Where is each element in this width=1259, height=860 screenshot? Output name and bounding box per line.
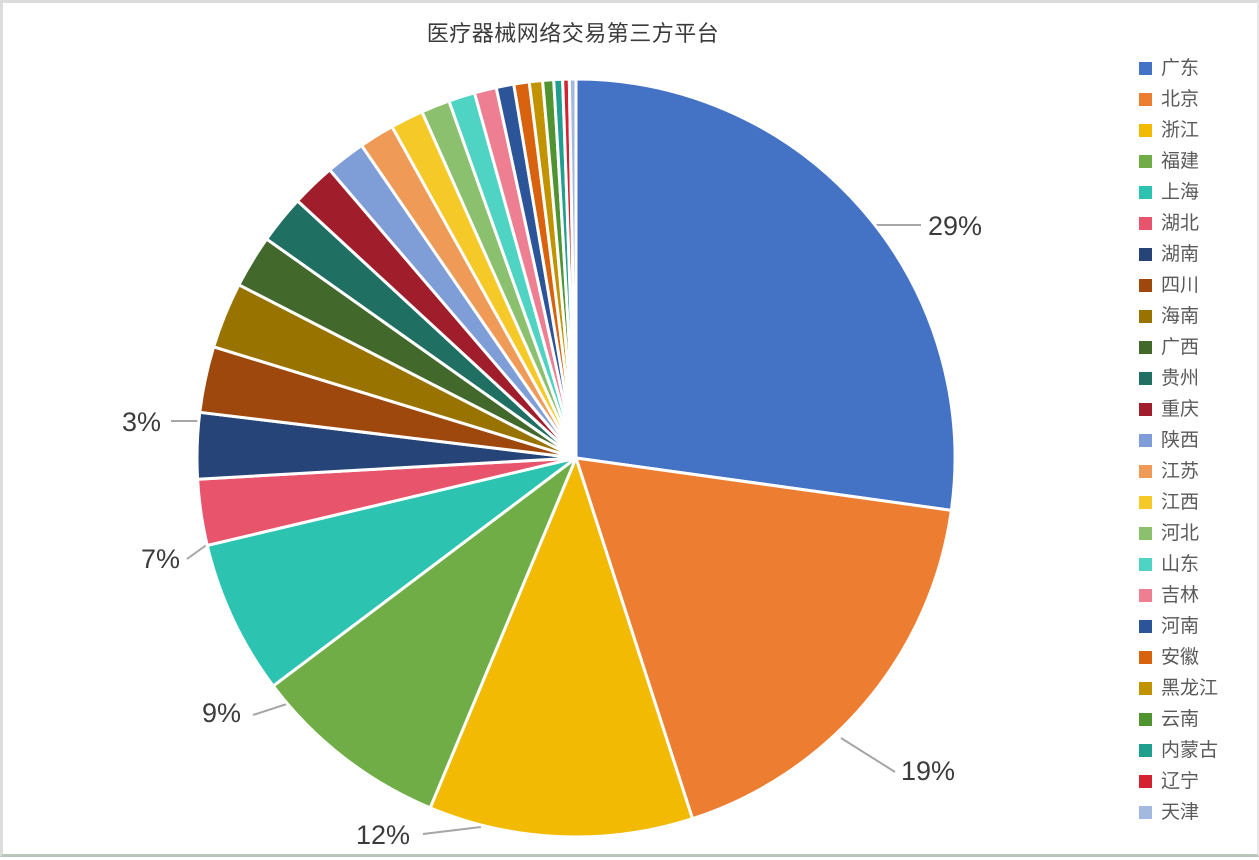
pie-data-label[interactable]: 7%	[141, 544, 180, 575]
legend-item-label: 湖南	[1161, 243, 1200, 265]
legend-color-swatch	[1139, 186, 1152, 199]
legend-item-label: 重庆	[1161, 398, 1200, 420]
legend-color-swatch	[1139, 651, 1152, 664]
legend-color-swatch	[1139, 372, 1152, 385]
legend-item-label: 广西	[1161, 336, 1200, 358]
legend-item[interactable]: 浙江	[1139, 115, 1251, 146]
legend-color-swatch	[1139, 527, 1152, 540]
legend-color-swatch	[1139, 155, 1152, 168]
data-label-leader-line	[422, 826, 482, 835]
legend-item-label: 陕西	[1161, 429, 1200, 451]
legend-item[interactable]: 吉林	[1139, 580, 1251, 611]
legend-item-label: 江西	[1161, 491, 1200, 513]
chart-window: 医疗器械网络交易第三方平台 29% 19% 12% 9% 7% 3% 广东 北京 浙江 福建 上海…	[0, 0, 1259, 857]
pie-data-label[interactable]: 9%	[202, 698, 241, 729]
legend-item[interactable]: 福建	[1139, 146, 1251, 177]
legend-color-swatch	[1139, 682, 1152, 695]
legend-item[interactable]: 内蒙古	[1139, 735, 1251, 766]
legend-item[interactable]: 上海	[1139, 177, 1251, 208]
legend-item-label: 浙江	[1161, 119, 1200, 141]
legend-item[interactable]: 江苏	[1139, 456, 1251, 487]
legend-color-swatch	[1139, 620, 1152, 633]
legend-item[interactable]: 辽宁	[1139, 766, 1251, 797]
legend-item-label: 江苏	[1161, 460, 1200, 482]
legend-color-swatch	[1139, 217, 1152, 230]
legend-item-label: 福建	[1161, 150, 1200, 172]
legend-item[interactable]: 广西	[1139, 332, 1251, 363]
pie-data-label[interactable]: 19%	[901, 756, 955, 787]
legend-item-label: 内蒙古	[1161, 739, 1219, 761]
legend-color-swatch	[1139, 62, 1152, 75]
legend-item[interactable]: 广东	[1139, 53, 1251, 84]
legend-item[interactable]: 黑龙江	[1139, 673, 1251, 704]
legend-color-swatch	[1139, 310, 1152, 323]
data-label-leader-line	[840, 737, 896, 773]
chart-legend: 广东北京浙江福建上海湖北湖南四川海南广西贵州重庆陕西江苏江西河北山东吉林河南安徽…	[1131, 53, 1251, 828]
legend-color-swatch	[1139, 434, 1152, 447]
legend-item[interactable]: 江西	[1139, 487, 1251, 518]
legend-item-label: 北京	[1161, 88, 1200, 110]
legend-item[interactable]: 安徽	[1139, 642, 1251, 673]
legend-item[interactable]: 海南	[1139, 301, 1251, 332]
legend-color-swatch	[1139, 279, 1152, 292]
legend-item-label: 黑龙江	[1161, 677, 1219, 699]
legend-color-swatch	[1139, 341, 1152, 354]
legend-item[interactable]: 云南	[1139, 704, 1251, 735]
legend-item[interactable]: 湖南	[1139, 239, 1251, 270]
legend-item[interactable]: 湖北	[1139, 208, 1251, 239]
legend-item-label: 湖北	[1161, 212, 1200, 234]
legend-item[interactable]: 天津	[1139, 797, 1251, 828]
legend-color-swatch	[1139, 403, 1152, 416]
legend-color-swatch	[1139, 93, 1152, 106]
pie-data-label[interactable]: 3%	[122, 407, 161, 438]
legend-item-label: 河北	[1161, 522, 1200, 544]
pie-chart-svg	[171, 77, 957, 839]
legend-item-label: 四川	[1161, 274, 1200, 296]
pie-data-label[interactable]: 29%	[928, 211, 982, 242]
legend-item[interactable]: 贵州	[1139, 363, 1251, 394]
pie-slices-group	[195, 77, 957, 839]
legend-item[interactable]: 河北	[1139, 518, 1251, 549]
legend-color-swatch	[1139, 806, 1152, 819]
legend-item-label: 辽宁	[1161, 770, 1200, 792]
legend-item[interactable]: 陕西	[1139, 425, 1251, 456]
legend-color-swatch	[1139, 248, 1152, 261]
legend-item-label: 上海	[1161, 181, 1200, 203]
legend-item-label: 天津	[1161, 801, 1200, 823]
legend-color-swatch	[1139, 124, 1152, 137]
legend-item-label: 河南	[1161, 615, 1200, 637]
legend-item[interactable]: 山东	[1139, 549, 1251, 580]
legend-item[interactable]: 河南	[1139, 611, 1251, 642]
legend-color-swatch	[1139, 744, 1152, 757]
legend-item-label: 贵州	[1161, 367, 1200, 389]
legend-color-swatch	[1139, 713, 1152, 726]
legend-item-label: 广东	[1161, 57, 1200, 79]
legend-item-label: 安徽	[1161, 646, 1200, 668]
legend-color-swatch	[1139, 496, 1152, 509]
legend-item[interactable]: 四川	[1139, 270, 1251, 301]
legend-item-label: 山东	[1161, 553, 1200, 575]
legend-item-label: 海南	[1161, 305, 1200, 327]
legend-color-swatch	[1139, 589, 1152, 602]
pie-plot-area: 29% 19% 12% 9% 7% 3%	[3, 3, 1143, 860]
legend-item[interactable]: 北京	[1139, 84, 1251, 115]
legend-item[interactable]: 重庆	[1139, 394, 1251, 425]
legend-color-swatch	[1139, 558, 1152, 571]
pie-data-label[interactable]: 12%	[356, 820, 410, 851]
legend-color-swatch	[1139, 465, 1152, 478]
legend-item-label: 吉林	[1161, 584, 1200, 606]
legend-color-swatch	[1139, 775, 1152, 788]
pie-slice[interactable]	[574, 77, 957, 512]
legend-item-label: 云南	[1161, 708, 1200, 730]
